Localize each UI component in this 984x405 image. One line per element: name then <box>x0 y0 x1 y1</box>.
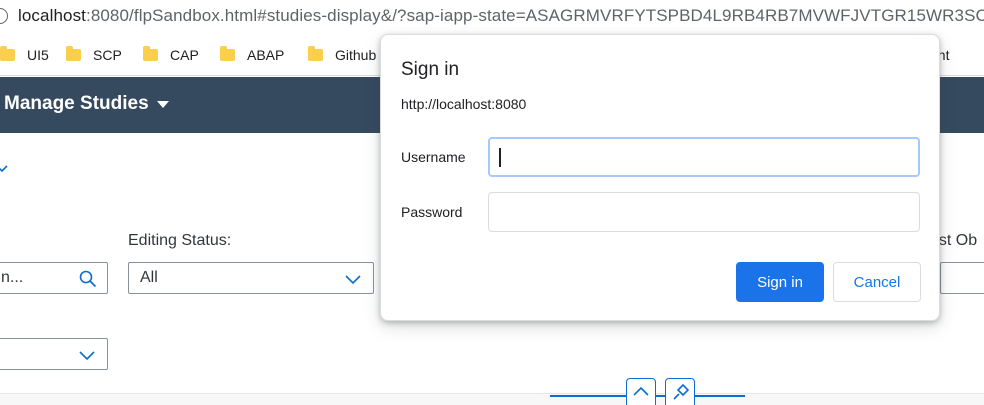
chevron-down-icon <box>79 351 95 361</box>
url-text[interactable]: localhost:8080/flpSandbox.html#studies-d… <box>18 6 984 26</box>
page-footer <box>0 393 984 405</box>
search-input-text: n... <box>1 269 24 286</box>
search-field[interactable]: n... <box>0 262 108 294</box>
folder-icon <box>66 46 81 61</box>
folder-icon <box>220 46 235 61</box>
site-info-icon[interactable] <box>0 8 8 24</box>
search-icon[interactable] <box>79 270 97 288</box>
caret-down-icon <box>156 100 169 108</box>
password-label: Password <box>401 204 463 220</box>
password-input[interactable] <box>488 192 920 232</box>
editing-status-label: Editing Status: <box>128 232 232 249</box>
pin-header-button[interactable] <box>665 378 695 405</box>
url-host: localhost <box>18 6 86 25</box>
bookmark-github[interactable]: Github <box>308 46 376 64</box>
pin-icon <box>673 383 690 400</box>
folder-icon <box>143 46 158 61</box>
cancel-button[interactable]: Cancel <box>833 262 921 302</box>
username-input[interactable] <box>488 137 920 177</box>
bookmark-label: SCP <box>93 47 122 63</box>
sign-in-dialog: Sign in http://localhost:8080 Username P… <box>380 34 940 321</box>
bookmark-label: CAP <box>170 47 199 63</box>
editing-status-select[interactable]: All <box>128 262 374 294</box>
dialog-origin: http://localhost:8080 <box>401 96 527 112</box>
bookmark-cap[interactable]: CAP <box>143 46 199 64</box>
bookmark-label: UI5 <box>27 47 49 63</box>
bookmark-label: ABAP <box>247 47 285 63</box>
second-row-select[interactable] <box>0 338 108 370</box>
chevron-down-icon[interactable] <box>0 162 8 174</box>
app-title-menu[interactable]: Manage Studies <box>4 93 169 115</box>
chevron-down-icon <box>345 275 361 285</box>
bookmark-ui5[interactable]: UI5 <box>0 46 49 64</box>
collapse-header-button[interactable] <box>626 378 656 405</box>
folder-icon <box>308 46 323 61</box>
address-bar[interactable]: localhost:8080/flpSandbox.html#studies-d… <box>0 0 984 34</box>
sign-in-button[interactable]: Sign in <box>736 262 824 302</box>
folder-icon <box>0 46 15 61</box>
bookmark-abap[interactable]: ABAP <box>220 46 284 64</box>
url-path: :8080/flpSandbox.html#studies-display&/?… <box>86 6 984 25</box>
text-cursor <box>499 148 501 167</box>
chevron-up-icon <box>633 386 649 396</box>
bookmark-scp[interactable]: SCP <box>66 46 122 64</box>
app-title: Manage Studies <box>4 93 149 114</box>
dialog-title: Sign in <box>401 59 460 80</box>
editing-status-value: All <box>140 269 158 286</box>
bookmark-label: Github <box>335 47 377 63</box>
host-object-field[interactable] <box>940 262 984 294</box>
username-label: Username <box>401 149 466 165</box>
